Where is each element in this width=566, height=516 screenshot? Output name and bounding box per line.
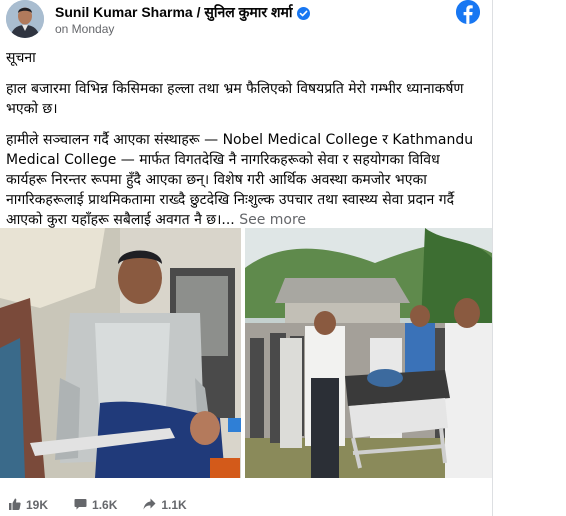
avatar-portrait bbox=[6, 0, 44, 38]
thumbs-up-icon bbox=[8, 498, 21, 513]
author-avatar[interactable] bbox=[6, 0, 44, 38]
shares-stat[interactable]: 1.1K bbox=[143, 498, 187, 513]
post-text: सूचना हाल बजारमा विभिन्न किसिमका हल्ला त… bbox=[6, 48, 482, 241]
post-photos bbox=[0, 228, 492, 478]
see-more-link[interactable]: See more bbox=[239, 212, 306, 228]
post-timestamp[interactable]: on Monday bbox=[55, 22, 114, 36]
post-paragraph: हाल बजारमा विभिन्न किसिमका हल्ला तथा भ्र… bbox=[6, 81, 464, 117]
post-paragraph: हामीले सञ्चालन गर्दै आएका संस्थाहरू — No… bbox=[6, 130, 482, 230]
post-card: Sunil Kumar Sharma / सुनिल कुमार शर्मा o… bbox=[0, 0, 493, 516]
verified-badge-icon bbox=[296, 7, 310, 20]
likes-count: 19K bbox=[26, 498, 49, 512]
author-name-text[interactable]: Sunil Kumar Sharma / सुनिल कुमार शर्मा bbox=[55, 3, 293, 22]
comments-stat[interactable]: 1.6K bbox=[74, 498, 117, 513]
comment-icon bbox=[74, 498, 87, 513]
post-photo-ambulance[interactable] bbox=[0, 228, 241, 478]
author-name[interactable]: Sunil Kumar Sharma / सुनिल कुमार शर्मा bbox=[55, 3, 310, 22]
facebook-icon[interactable] bbox=[456, 0, 480, 24]
likes-stat[interactable]: 19K bbox=[8, 498, 48, 513]
share-arrow-icon bbox=[143, 498, 156, 513]
post-photo-crowd[interactable] bbox=[245, 228, 492, 478]
comments-count: 1.6K bbox=[92, 498, 118, 512]
post-footer: 19K 1.6K 1.1K bbox=[0, 494, 492, 516]
shares-count: 1.1K bbox=[161, 498, 187, 512]
post-heading: सूचना bbox=[6, 50, 36, 66]
